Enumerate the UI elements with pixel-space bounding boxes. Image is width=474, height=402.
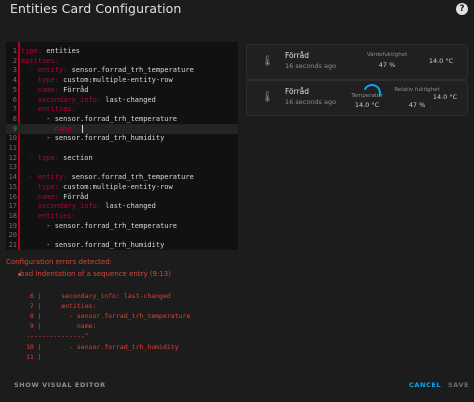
thermometer-icon: 🌡: [261, 56, 274, 67]
code-line[interactable]: 16 name: Förråd: [6, 192, 238, 202]
config-dialog: Entities Card Configuration ? 1 type: ent…: [0, 0, 474, 402]
col-header: Värdefuktighet: [366, 52, 408, 58]
text-cursor: [82, 124, 84, 133]
code-line[interactable]: 3 - entity: sensor.forrad_trh_temperatur…: [6, 65, 238, 75]
line-number: 1: [12, 47, 17, 55]
entity-secondary-info: 16 seconds ago: [285, 98, 337, 106]
line-code: entities:: [21, 105, 76, 114]
col-value: 14.0 °C: [354, 101, 380, 109]
help-circle-icon[interactable]: ?: [456, 3, 468, 15]
code-line[interactable]: 21 - sensor.forrad_trh_humidity: [6, 240, 238, 250]
entity-secondary-info: 16 seconds ago: [285, 62, 337, 70]
code-line[interactable]: 2 entities:: [6, 56, 238, 66]
state-value: 14.0 °C: [428, 57, 454, 65]
error-snippet-line: 10 | - sensor.forrad_trh_humidity: [26, 343, 179, 351]
error-snippet-line: 7 | entities:: [26, 302, 97, 310]
line-code: entities:: [21, 56, 59, 65]
col-header: Temperatur: [351, 93, 383, 99]
line-code: - sensor.forrad_trh_humidity: [21, 134, 165, 143]
line-number: 8: [12, 114, 17, 123]
line-code: entities:: [21, 211, 76, 220]
line-number: 3: [12, 66, 17, 75]
line-number: 6: [12, 95, 17, 104]
dialog-title: Entities Card Configuration: [10, 1, 182, 16]
yaml-code-editor[interactable]: 1 type: entities 2 entities: 3 - entity: sen…: [6, 42, 238, 250]
line-code: secondary_info: last-changed: [21, 95, 156, 104]
error-snippet-line: 9 | name:: [26, 322, 97, 330]
line-code: secondary_info: last-changed: [21, 202, 156, 211]
code-line[interactable]: 4 type: custom:multiple-entity-row: [6, 75, 238, 85]
line-number: 11: [8, 144, 17, 152]
line-number: 4: [12, 76, 17, 85]
show-visual-editor-button[interactable]: SHOW VISUAL EDITOR: [14, 381, 106, 389]
code-line[interactable]: 12 - type: section: [6, 153, 238, 163]
save-button[interactable]: SAVE: [448, 381, 469, 389]
line-number: 19: [8, 221, 17, 230]
col-value: 47 %: [408, 101, 426, 109]
code-line[interactable]: 8 - sensor.forrad_trh_temperature: [6, 114, 238, 124]
line-number: 17: [8, 202, 17, 211]
code-line[interactable]: 11: [6, 143, 238, 153]
line-number: 21: [8, 241, 17, 249]
code-line[interactable]: 9 name:: [6, 123, 238, 134]
line-code: - entity: sensor.forrad_trh_temperature: [21, 66, 194, 75]
dialog-header: Entities Card Configuration ?: [0, 0, 474, 30]
line-code: name:: [21, 124, 84, 134]
line-number: 2: [12, 56, 17, 65]
code-line[interactable]: 13: [6, 162, 238, 172]
cancel-button[interactable]: CANCEL: [409, 381, 441, 389]
line-number: 7: [12, 105, 17, 114]
line-number: 16: [8, 192, 17, 201]
line-code: type: entities: [21, 47, 81, 55]
code-line[interactable]: 15 type: custom:multiple-entity-row: [6, 182, 238, 192]
line-code: name: Förråd: [21, 192, 89, 201]
code-line[interactable]: 10 - sensor.forrad_trh_humidity: [6, 133, 238, 143]
error-snippet-line: ---------------^: [26, 332, 89, 340]
error-snippet-line: 11 |: [26, 353, 42, 361]
code-line[interactable]: 14 - entity: sensor.forrad_trh_temperatu…: [6, 172, 238, 182]
code-line[interactable]: 5 name: Förråd: [6, 85, 238, 95]
code-line[interactable]: 19 - sensor.forrad_trh_temperature: [6, 221, 238, 231]
code-line[interactable]: 17 secondary_info: last-changed: [6, 201, 238, 211]
line-code: name: Förråd: [21, 85, 89, 94]
line-number: 20: [8, 231, 17, 240]
line-number: 12: [8, 153, 17, 162]
line-code: - sensor.forrad_trh_humidity: [21, 241, 165, 249]
state-value: 14.0 °C: [432, 93, 458, 101]
error-heading: Configuration errors detected:: [6, 258, 113, 266]
line-code: - entity: sensor.forrad_trh_temperature: [21, 173, 194, 182]
line-number: 5: [12, 85, 17, 94]
line-number: 15: [8, 182, 17, 191]
line-code: - sensor.forrad_trh_temperature: [21, 221, 177, 230]
line-code: - type: section: [21, 153, 93, 162]
error-snippet-line: 6 | secondary_info: last-changed: [26, 292, 171, 300]
preview-card-row-2: 🌡 Förråd 16 seconds ago Temperatur 14.0 …: [246, 80, 468, 116]
line-code: type: custom:multiple-entity-row: [21, 182, 173, 191]
entity-name: Förråd: [285, 87, 310, 96]
line-number: 14: [8, 173, 17, 182]
line-number: 13: [8, 163, 17, 172]
preview-card-row-1: 🌡 Förråd 16 seconds ago Värdefuktighet 4…: [246, 44, 468, 80]
line-number: 9: [12, 124, 17, 133]
error-message: bad indentation of a sequence entry (9:1…: [20, 270, 171, 278]
thermometer-icon: 🌡: [261, 92, 274, 103]
col-value: 47 %: [378, 61, 396, 69]
line-code: - sensor.forrad_trh_temperature: [21, 114, 177, 123]
code-line[interactable]: 18 entities:: [6, 211, 238, 221]
entity-name: Förråd: [285, 51, 310, 60]
error-snippet-line: 8 | - sensor.forrad_trh_temperature: [26, 312, 191, 320]
code-line[interactable]: 7 entities:: [6, 104, 238, 114]
line-code: type: custom:multiple-entity-row: [21, 76, 173, 85]
code-line[interactable]: 6 secondary_info: last-changed: [6, 95, 238, 105]
line-number: 10: [8, 134, 17, 143]
code-line[interactable]: 1 type: entities: [6, 46, 238, 56]
code-line[interactable]: 20: [6, 230, 238, 240]
line-number: 18: [8, 211, 17, 220]
